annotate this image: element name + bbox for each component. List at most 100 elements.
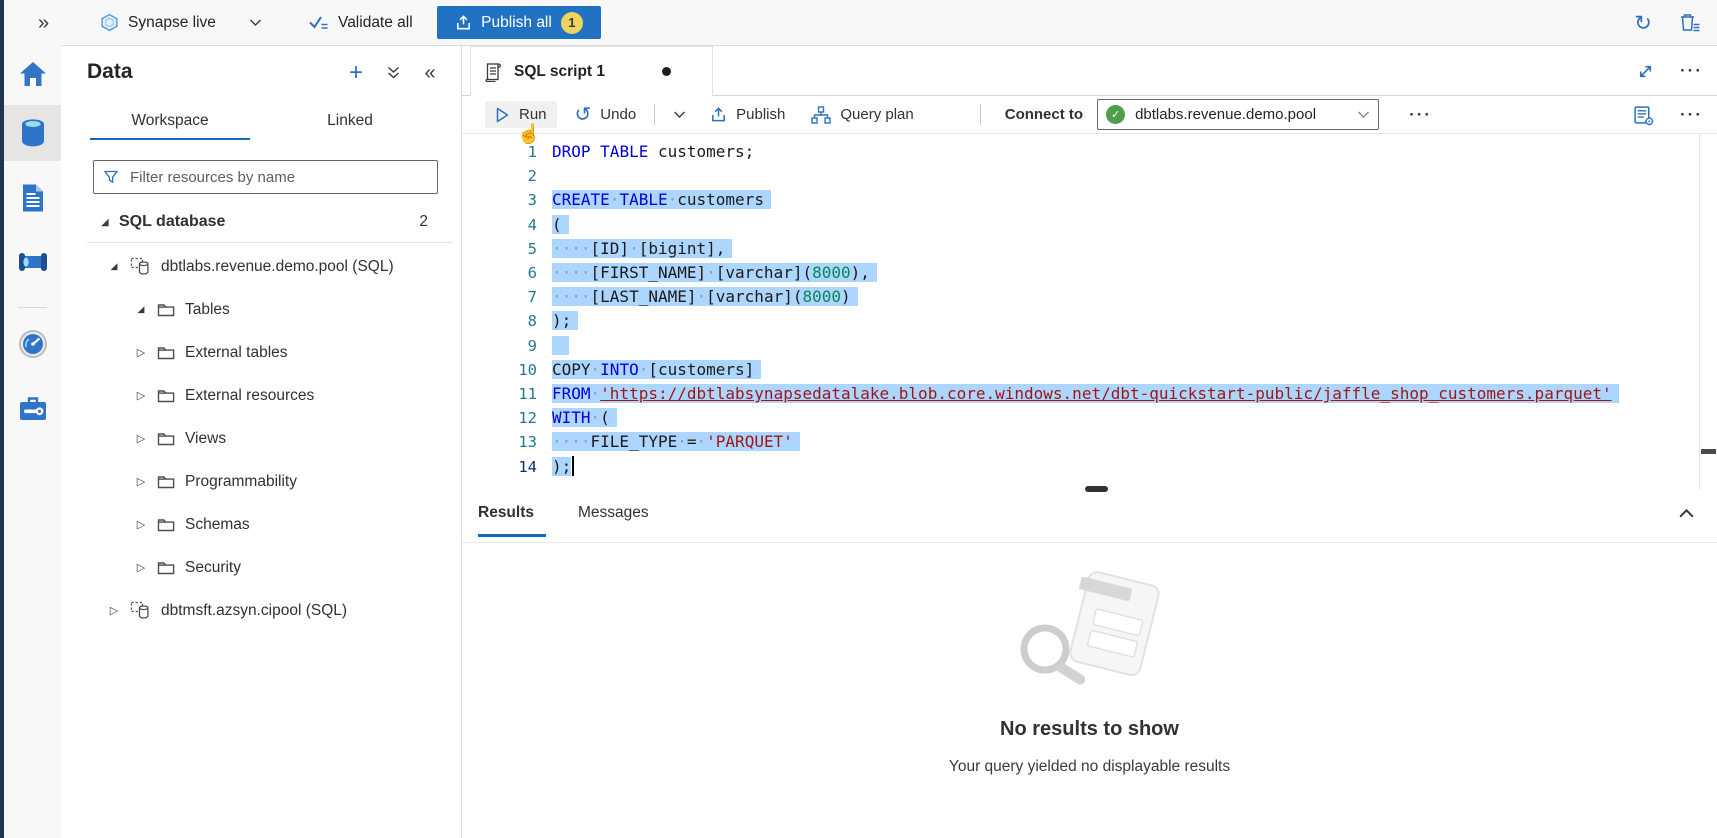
- tree-item-label: Schemas: [185, 516, 250, 534]
- tab-workspace[interactable]: Workspace: [90, 104, 250, 140]
- sidebar-expand-button[interactable]: »: [38, 0, 49, 45]
- tree-expanded-icon[interactable]: ◢: [106, 261, 122, 272]
- tree-item[interactable]: ▷ dbtmsft.azsyn.cipool (SQL): [61, 589, 461, 632]
- code-line[interactable]: 12WITH·(: [462, 406, 1717, 430]
- filter-resources-input[interactable]: [128, 168, 428, 187]
- undo-label: Undo: [600, 106, 636, 123]
- tab-results[interactable]: Results: [478, 504, 534, 522]
- text-selection: (: [552, 215, 569, 234]
- tree-item-label: dbtmsft.azsyn.cipool (SQL): [161, 602, 347, 620]
- tree-item[interactable]: ▷ Security: [61, 546, 461, 589]
- code-line[interactable]: 8);: [462, 309, 1717, 333]
- pool-dropdown-value: dbtlabs.revenue.demo.pool: [1135, 106, 1347, 123]
- code-line-content: ····[FIRST_NAME]·[varchar](8000),: [552, 261, 877, 285]
- tab-more-actions-button[interactable]: ···: [1680, 61, 1703, 81]
- tree-collapsed-icon[interactable]: ▷: [106, 604, 122, 617]
- code-line-content: FROM·'https://dbtlabsynapsedatalake.blob…: [552, 382, 1619, 406]
- sql-code-editor[interactable]: 1DROP TABLE customers;23CREATE·TABLE·cus…: [462, 134, 1717, 490]
- code-line[interactable]: 9: [462, 334, 1717, 358]
- line-number: 13: [462, 430, 537, 454]
- publish-count-badge: 1: [561, 12, 583, 34]
- code-line[interactable]: 1DROP TABLE customers;: [462, 140, 1717, 164]
- folder-icon: [157, 474, 175, 489]
- tree-item[interactable]: ▷External resources: [61, 374, 461, 417]
- code-line[interactable]: 14);: [462, 455, 1717, 479]
- code-line[interactable]: 10COPY·INTO·[customers]: [462, 358, 1717, 382]
- synapse-studio-window: » Synapse live Validate all Publi: [0, 0, 1717, 838]
- code-line[interactable]: 11FROM·'https://dbtlabsynapsedatalake.bl…: [462, 382, 1717, 406]
- tree-expanded-icon[interactable]: ◢: [97, 217, 113, 228]
- tree-collapsed-icon[interactable]: ▷: [133, 389, 149, 402]
- publish-button[interactable]: Publish: [700, 101, 795, 128]
- add-resource-button[interactable]: +: [345, 62, 367, 84]
- tree-item-label: Tables: [185, 301, 230, 319]
- tab-linked[interactable]: Linked: [270, 104, 430, 140]
- tree-item-label: SQL database: [119, 213, 225, 231]
- tree-item[interactable]: ▷External tables: [61, 331, 461, 374]
- expand-editor-button[interactable]: [1637, 63, 1654, 80]
- undo-button[interactable]: ↺ Undo: [565, 100, 647, 130]
- code-line-content: DROP TABLE customers;: [552, 140, 754, 164]
- filter-resources-box[interactable]: [93, 160, 438, 194]
- chevron-down-icon: [1357, 110, 1370, 119]
- code-line[interactable]: 6····[FIRST_NAME]·[varchar](8000),: [462, 261, 1717, 285]
- panel-resize-grip[interactable]: [1085, 486, 1108, 492]
- mode-selector[interactable]: Synapse live: [100, 0, 262, 45]
- code-line[interactable]: 13 ····FILE_TYPE·=·'PARQUET': [462, 430, 1717, 454]
- publish-all-button[interactable]: Publish all 1: [437, 6, 601, 39]
- tree-collapsed-icon[interactable]: ▷: [133, 432, 149, 445]
- refresh-button[interactable]: ↻: [1631, 11, 1655, 35]
- validate-all-button[interactable]: Validate all: [308, 0, 413, 45]
- expand-actions-button[interactable]: [382, 62, 404, 84]
- session-settings-button[interactable]: [1633, 105, 1654, 126]
- nav-integrate[interactable]: [4, 234, 61, 290]
- line-number: 4: [462, 213, 537, 237]
- pipeline-icon: [17, 250, 49, 274]
- sql-script-icon: [485, 62, 503, 82]
- code-line[interactable]: 7····[LAST_NAME]·[varchar](8000): [462, 285, 1717, 309]
- nav-monitor[interactable]: [4, 316, 61, 372]
- code-line-content: (: [552, 213, 569, 237]
- toolbar-more-button[interactable]: ···: [1409, 105, 1432, 125]
- nav-develop[interactable]: [4, 170, 61, 226]
- validate-all-label: Validate all: [338, 14, 413, 32]
- code-line[interactable]: 5····[ID]·[bigint],: [462, 237, 1717, 261]
- trash-icon: [1678, 12, 1701, 34]
- collapse-panel-button[interactable]: «: [419, 62, 441, 84]
- code-line-content: ····FILE_TYPE·=·'PARQUET': [552, 430, 800, 454]
- collapse-results-button[interactable]: [1678, 508, 1695, 519]
- tree-expanded-icon[interactable]: ◢: [133, 304, 149, 315]
- text-selection: ····[LAST_NAME]·[varchar](8000): [552, 287, 858, 306]
- connect-to-dropdown[interactable]: ✓ dbtlabs.revenue.demo.pool: [1097, 99, 1379, 130]
- tree-section-sql-database[interactable]: ◢SQL database2: [61, 202, 461, 242]
- code-line[interactable]: 4(: [462, 213, 1717, 237]
- query-plan-button[interactable]: Query plan: [801, 101, 923, 129]
- tree-item[interactable]: ▷ Schemas: [61, 503, 461, 546]
- tree-collapsed-icon[interactable]: ▷: [133, 561, 149, 574]
- tree-collapsed-icon[interactable]: ▷: [133, 346, 149, 359]
- nav-home[interactable]: [4, 46, 61, 102]
- nav-data[interactable]: [4, 105, 61, 161]
- tree-item[interactable]: ▷Views: [61, 417, 461, 460]
- text-selection: COPY·INTO·[customers]: [552, 360, 761, 379]
- code-line[interactable]: 3CREATE·TABLE·customers: [462, 188, 1717, 212]
- home-icon: [18, 60, 48, 88]
- code-line[interactable]: 2: [462, 164, 1717, 188]
- tree-item-label: Security: [185, 559, 241, 577]
- data-explorer-panel: Data + « Workspace Linked ◢SQL database2…: [61, 46, 462, 838]
- tree-collapsed-icon[interactable]: ▷: [133, 475, 149, 488]
- tree-collapsed-icon[interactable]: ▷: [133, 518, 149, 531]
- discard-all-button[interactable]: [1677, 11, 1701, 35]
- tab-messages[interactable]: Messages: [578, 504, 649, 522]
- tree-item[interactable]: ◢ Tables: [61, 288, 461, 331]
- code-line-content: );: [552, 455, 574, 479]
- nav-manage[interactable]: [4, 380, 61, 436]
- editor-more-button[interactable]: ···: [1680, 105, 1703, 125]
- undo-redo-dropdown[interactable]: [663, 105, 696, 124]
- tree-item[interactable]: ▷Programmability: [61, 460, 461, 503]
- tree-item[interactable]: ◢dbtlabs.revenue.demo.pool (SQL): [61, 245, 461, 288]
- scrollbar-thumb[interactable]: [1701, 449, 1716, 454]
- folder-icon: [157, 345, 175, 360]
- sql-script-tab[interactable]: SQL script 1: [470, 46, 713, 96]
- pool-online-check-icon: ✓: [1106, 105, 1125, 124]
